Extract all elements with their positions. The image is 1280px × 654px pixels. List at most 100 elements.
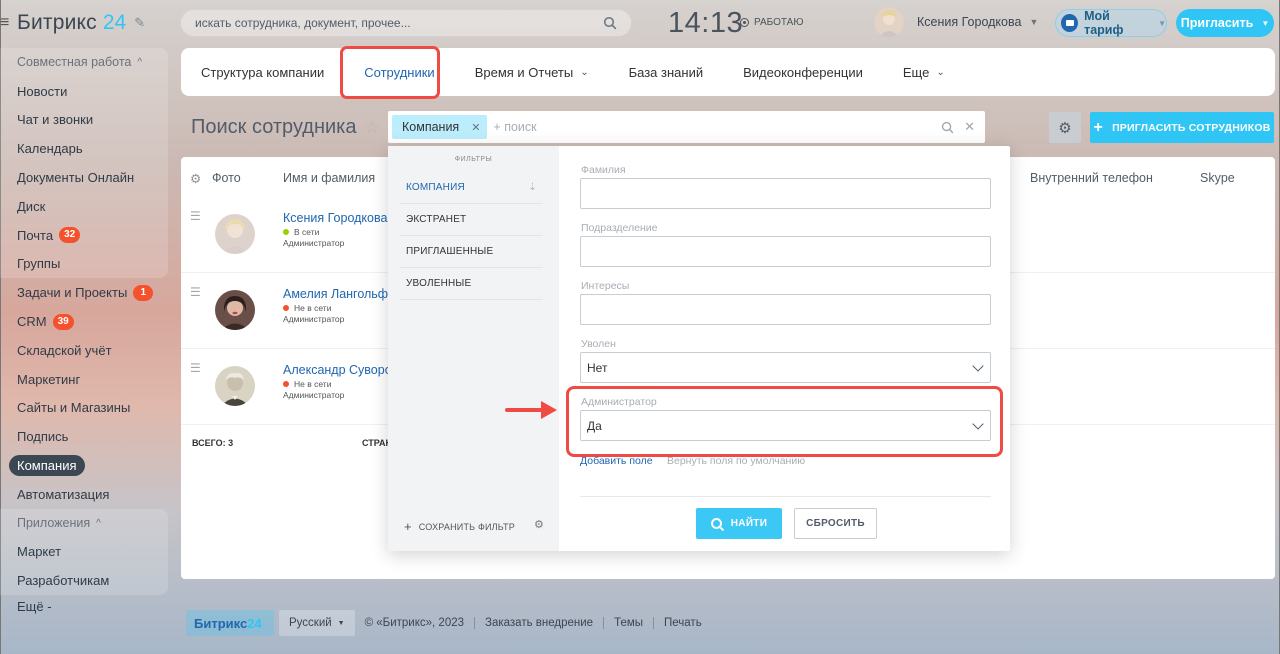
sidebar-item-sign[interactable]: Подпись [0,422,168,451]
chevron-down-icon: ▼ [1158,18,1166,28]
avatar[interactable] [874,7,904,37]
user-menu[interactable]: Ксения Городкова ▼ [874,7,1038,37]
search-icon[interactable] [603,16,617,30]
sidebar-item-disk[interactable]: Диск [0,192,168,221]
footer-link-order[interactable]: Заказать внедрение [474,617,603,629]
sidebar-section-collaboration[interactable]: Совместная работа ^ [0,48,168,77]
preset-invited[interactable]: ПРИГЛАШЕННЫЕ [400,236,543,268]
sidebar-item-sites[interactable]: Сайты и Магазины [0,394,168,423]
invite-employees-button[interactable]: + ПРИГЛАСИТЬ СОТРУДНИКОВ [1090,112,1274,143]
employee-status-label: Не в сети [294,379,332,389]
column-header-skype[interactable]: Skype [1200,171,1235,185]
employee-name[interactable]: Ксения Городкова [283,211,387,225]
brand-name: Битрикс [17,11,97,34]
tab-knowledge-base[interactable]: База знаний [629,65,704,80]
column-header-photo[interactable]: Фото [212,171,241,185]
tab-video-conferences[interactable]: Видеоконференции [743,65,863,80]
drag-handle-icon[interactable]: ☰ [190,285,201,299]
sidebar-item-market[interactable]: Маркет [0,538,168,567]
clock: 14:13 [668,7,744,39]
sidebar-item-label: CRM [17,314,47,330]
filter-search-placeholder[interactable]: + поиск [493,120,941,134]
global-search[interactable] [180,9,632,37]
sidebar-item-label: Диск [17,198,46,214]
footer-logo[interactable]: Битрикс 24 [186,610,274,636]
pin-icon[interactable]: ⇣ [528,182,537,193]
invite-button[interactable]: Пригласить ▼ [1176,9,1274,37]
sidebar-item-label: Приложения [17,516,91,531]
reset-button[interactable]: СБРОСИТЬ [794,508,877,539]
gear-icon[interactable]: ⚙ [190,171,201,186]
department-label: Подразделение [581,222,658,234]
sidebar-item-crm[interactable]: CRM 39 [0,307,168,336]
avatar[interactable] [215,290,255,330]
preset-company[interactable]: КОМПАНИЯ ⇣ [400,172,543,204]
gear-icon[interactable]: ⚙ [534,518,544,531]
filter-presets-heading: ФИЛЬТРЫ [454,156,493,163]
lastname-field[interactable] [580,178,991,209]
global-search-input[interactable] [195,16,603,30]
sidebar-item-groups[interactable]: Группы [0,250,168,279]
sidebar-item-more[interactable]: Ещё - [0,592,168,621]
save-filter-button[interactable]: + СОХРАНИТЬ ФИЛЬТР [404,519,515,534]
page-title: Поиск сотрудника ☆ [191,116,380,139]
language-label: Русский [289,617,332,629]
employee-status: Не в сети [283,303,331,313]
reset-fields-link[interactable]: Вернуть поля по умолчанию [667,455,805,467]
clear-icon[interactable]: ✕ [964,119,975,135]
work-status[interactable]: РАБОТАЮ [740,17,803,28]
interests-field[interactable] [580,294,991,325]
sidebar-item-label: Подпись [17,429,69,445]
preset-fired[interactable]: УВОЛЕННЫЕ [400,268,543,300]
sidebar-item-automation[interactable]: Автоматизация [0,480,168,509]
star-icon[interactable]: ☆ [364,118,379,138]
my-tariff-button[interactable]: Мой тариф ▼ [1055,9,1167,37]
find-button[interactable]: НАЙТИ [696,508,782,539]
arrow-right-icon [505,401,557,419]
plus-icon: + [404,519,412,534]
sidebar-item-company[interactable]: Компания [0,451,168,480]
close-icon[interactable]: ✕ [471,121,480,134]
drag-handle-icon[interactable]: ☰ [190,209,201,223]
tab-time-reports[interactable]: Время и Отчеты ⌄ [475,65,589,80]
preset-extranet[interactable]: ЭКСТРАНЕТ [400,204,543,236]
tab-structure[interactable]: Структура компании [201,65,324,80]
language-select[interactable]: Русский ▼ [279,610,355,636]
employee-name[interactable]: Амелия Лангольф [283,287,388,301]
sidebar-item-marketing[interactable]: Маркетинг [0,365,168,394]
sidebar-item-developers[interactable]: Разработчикам [0,566,168,595]
drag-handle-icon[interactable]: ☰ [190,361,201,375]
column-header-name[interactable]: Имя и фамилия [283,171,375,185]
add-field-link[interactable]: Добавить поле [580,455,653,467]
filter-tag-label: Компания [402,120,460,134]
sidebar-item-documents[interactable]: Документы Онлайн [0,163,168,192]
sidebar-item-news[interactable]: Новости [0,77,168,106]
footer-link-themes[interactable]: Темы [603,617,653,629]
sidebar-item-chat[interactable]: Чат и звонки [0,106,168,135]
sidebar-item-tasks[interactable]: Задачи и Проекты 1 [0,278,168,307]
preset-label: КОМПАНИЯ [406,182,465,193]
avatar[interactable] [215,366,255,406]
counter-badge: 39 [52,313,74,330]
pencil-icon[interactable]: ✎ [134,15,145,31]
footer-link-print[interactable]: Печать [653,617,712,629]
sidebar-item-inventory[interactable]: Складской учёт [0,336,168,365]
settings-button[interactable]: ⚙ [1049,112,1081,143]
search-icon[interactable] [941,121,954,134]
sidebar-item-calendar[interactable]: Календарь [0,134,168,163]
filter-tag[interactable]: Компания ✕ [392,115,488,139]
my-tariff-label: Мой тариф [1084,9,1124,37]
filter-search[interactable]: Компания ✕ + поиск ✕ [388,111,985,143]
avatar[interactable] [215,214,255,254]
tab-more[interactable]: Еще ⌄ [903,65,945,80]
sidebar-item-mail[interactable]: Почта 32 [0,221,168,250]
department-field[interactable] [580,236,991,267]
fired-select[interactable]: Нет [580,352,991,383]
logo[interactable]: ≡ Битрикс 24 ✎ [0,10,145,36]
chevron-down-icon: ▼ [1261,18,1270,28]
sidebar-section-apps[interactable]: Приложения ^ [0,509,168,538]
column-header-phone[interactable]: Внутренний телефон [1030,171,1153,185]
employee-name[interactable]: Александр Суворов [283,363,398,377]
tab-label: Видеоконференции [743,64,863,80]
menu-icon[interactable]: ≡ [0,14,14,32]
